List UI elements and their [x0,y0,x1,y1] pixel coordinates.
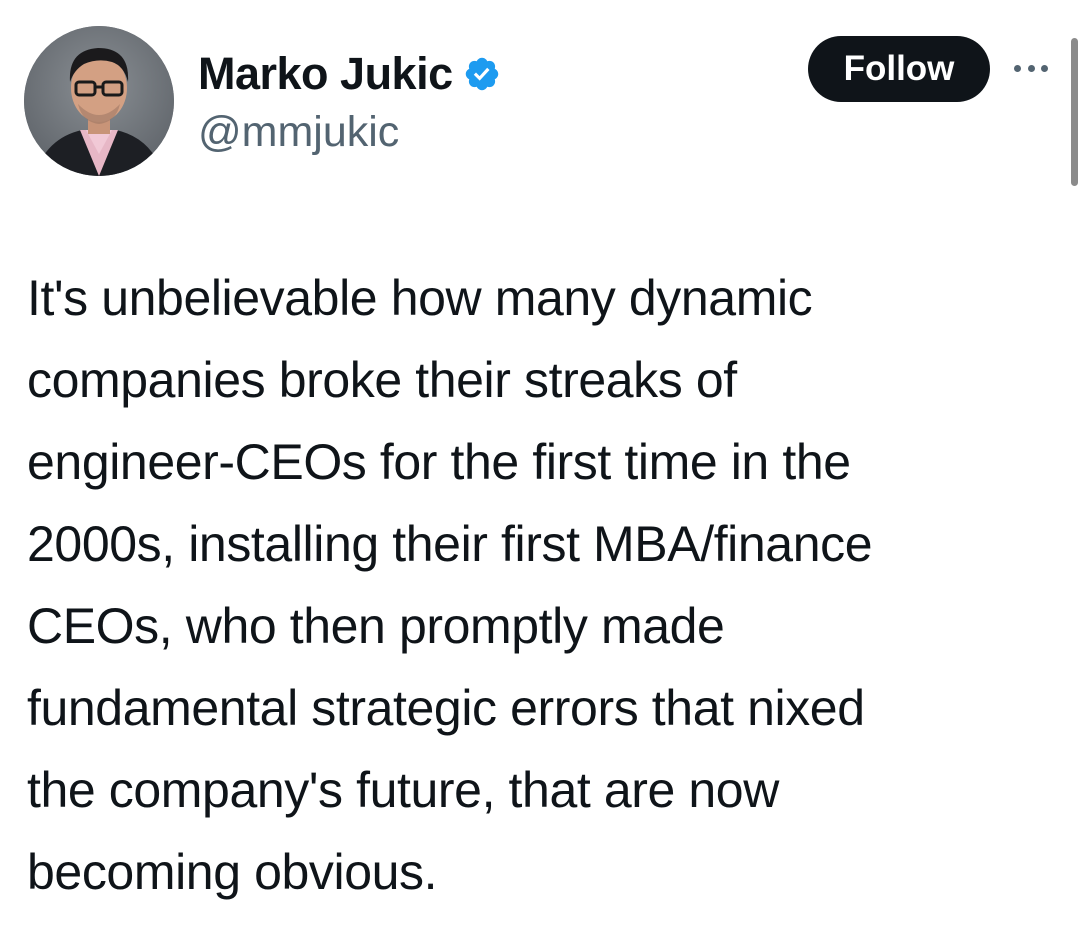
author-name-row: Marko Jukic [198,44,501,104]
tweet-line: engineer-CEOs for the first time in the [27,434,851,490]
more-horizontal-icon[interactable] [1014,60,1048,76]
tweet-line: the company's future, that are now [27,762,779,818]
tweet-line: becoming obvious. [27,844,438,900]
tweet-line: It's unbelievable how many dynamic [27,270,813,326]
tweet-line: 2000s, installing their first MBA/financ… [27,516,873,572]
tweet-line: CEOs, who then promptly made [27,598,725,654]
user-handle[interactable]: @mmjukic [198,108,399,157]
avatar[interactable] [24,26,174,176]
tweet-line: fundamental strategic errors that nixed [27,680,865,736]
verified-badge-icon[interactable] [463,55,501,93]
more-dot [1041,64,1048,72]
follow-button[interactable]: Follow [808,36,990,102]
display-name[interactable]: Marko Jukic [198,48,453,100]
tweet-line: companies broke their streaks of [27,352,737,408]
tweet-text: It's unbelievable how many dynamic compa… [27,257,1037,913]
avatar-photo [24,26,174,176]
more-dot [1027,64,1035,72]
scrollbar[interactable] [1071,38,1078,186]
more-dot [1014,64,1021,72]
